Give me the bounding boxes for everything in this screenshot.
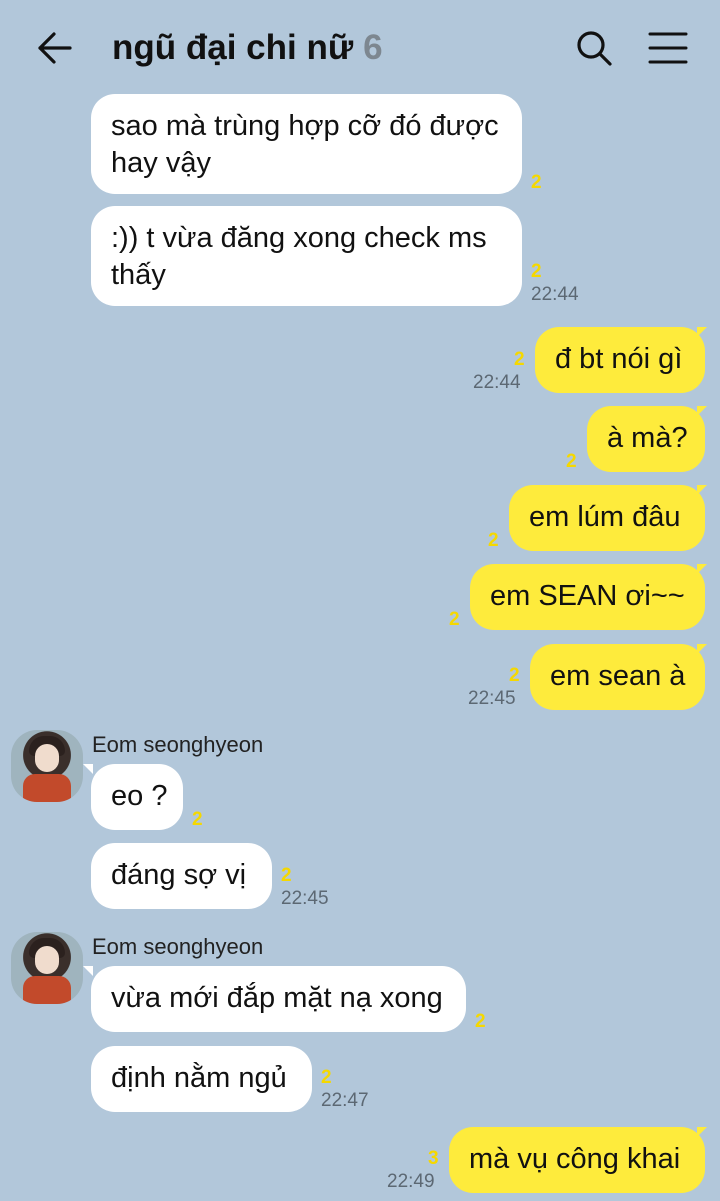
unread-count: 2 <box>321 1067 332 1088</box>
chat-name: ngũ đại chi nữ <box>112 28 354 67</box>
unread-count: 2 <box>531 261 542 282</box>
message-text: đ bt nói gì <box>555 343 683 375</box>
unread-count: 2 <box>281 865 292 886</box>
unread-count: 2 <box>449 609 460 630</box>
avatar[interactable] <box>11 932 83 1004</box>
bubble-tail <box>83 966 93 976</box>
sender-name: Eom seonghyeon <box>92 934 264 959</box>
message-bubble-incoming[interactable]: eo ? <box>91 764 183 830</box>
sender-name: Eom seonghyeon <box>92 732 264 757</box>
message-text: mà vụ công khai <box>469 1143 681 1175</box>
message-bubble-outgoing[interactable]: mà vụ công khai <box>449 1127 705 1193</box>
message-bubble-incoming[interactable]: đáng sợ vị <box>91 843 272 909</box>
message-time: 22:44 <box>531 284 579 305</box>
bubble-tail <box>697 644 707 654</box>
unread-count: 2 <box>514 349 525 370</box>
unread-count: 3 <box>428 1148 439 1169</box>
message-bubble-incoming[interactable]: định nằm ngủ <box>91 1046 312 1112</box>
menu-button[interactable] <box>646 28 690 68</box>
chat-header: ngũ đại chi nữ 6 <box>0 0 720 96</box>
message-time: 22:47 <box>321 1090 369 1111</box>
avatar[interactable] <box>11 730 83 802</box>
message-text-line: sao mà trùng hợp cỡ đó được <box>111 110 499 142</box>
message-bubble-incoming[interactable]: sao mà trùng hợp cỡ đó được hay vậy <box>91 94 522 194</box>
message-time: 22:44 <box>473 372 521 393</box>
message-text: eo ? <box>111 780 168 812</box>
unread-count: 2 <box>531 172 542 193</box>
message-time: 22:49 <box>387 1171 435 1192</box>
search-icon <box>577 31 612 66</box>
bubble-tail <box>697 485 707 495</box>
message-text: em SEAN ơi~~ <box>490 580 685 612</box>
chat-title: ngũ đại chi nữ 6 <box>112 28 383 68</box>
message-text: em sean à <box>550 660 686 692</box>
bubble-tail <box>697 327 707 337</box>
message-bubble-outgoing[interactable]: à mà? <box>587 406 705 472</box>
message-bubble-incoming[interactable]: vừa mới đắp mặt nạ xong <box>91 966 466 1032</box>
bubble-tail <box>83 764 93 774</box>
message-bubble-outgoing[interactable]: em lúm đâu <box>509 485 705 551</box>
hamburger-menu-icon <box>648 32 688 64</box>
message-bubble-incoming[interactable]: :)) t vừa đăng xong check ms thấy <box>91 206 522 306</box>
search-button[interactable] <box>572 26 616 70</box>
unread-count: 2 <box>509 665 520 686</box>
message-text: à mà? <box>607 422 688 454</box>
member-count: 6 <box>363 28 383 67</box>
message-text: định nằm ngủ <box>111 1062 287 1094</box>
message-bubble-outgoing[interactable]: em sean à <box>530 644 705 710</box>
unread-count: 2 <box>475 1011 486 1032</box>
message-text-line: thấy <box>111 259 166 291</box>
message-text: em lúm đâu <box>529 501 681 533</box>
message-bubble-outgoing[interactable]: em SEAN ơi~~ <box>470 564 705 630</box>
unread-count: 2 <box>192 809 203 830</box>
message-text-line: hay vậy <box>111 147 211 179</box>
message-text: vừa mới đắp mặt nạ xong <box>111 982 443 1014</box>
message-text: đáng sợ vị <box>111 859 247 891</box>
bubble-tail <box>697 1127 707 1137</box>
back-button[interactable] <box>30 26 78 70</box>
unread-count: 2 <box>566 451 577 472</box>
message-bubble-outgoing[interactable]: đ bt nói gì <box>535 327 705 393</box>
message-text-line: :)) t vừa đăng xong check ms <box>111 222 487 254</box>
message-time: 22:45 <box>468 688 516 709</box>
bubble-tail <box>697 406 707 416</box>
unread-count: 2 <box>488 530 499 551</box>
message-time: 22:45 <box>281 888 329 909</box>
bubble-tail <box>697 564 707 574</box>
arrow-left-icon <box>38 32 72 64</box>
